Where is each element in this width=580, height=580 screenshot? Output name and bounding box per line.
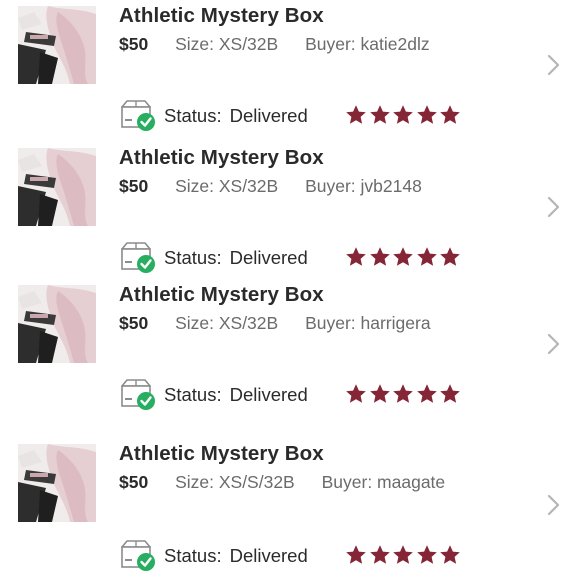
product-thumbnail[interactable] xyxy=(18,444,96,522)
order-item[interactable]: Athletic Mystery Box $50 Size: XS/32B Bu… xyxy=(0,0,580,140)
status-text: Status: Delivered xyxy=(164,105,308,127)
star-icon xyxy=(393,247,413,266)
star-icon xyxy=(416,247,437,266)
order-price: $50 xyxy=(119,472,149,492)
order-size: Size: XS/32B xyxy=(175,176,279,196)
chevron-right-icon[interactable] xyxy=(543,52,563,78)
star-icon xyxy=(416,105,437,124)
star-icon xyxy=(369,105,390,124)
star-icon xyxy=(369,384,390,403)
status-row: Status: Delivered xyxy=(119,377,479,411)
order-price: $50 xyxy=(119,176,149,196)
star-icon xyxy=(393,384,413,403)
star-icon xyxy=(393,105,413,124)
sold-orders-list: Athletic Mystery Box $50 Size: XS/32B Bu… xyxy=(0,0,580,580)
rating-stars xyxy=(345,246,461,268)
star-icon xyxy=(346,105,366,124)
order-meta: $50 Size: XS/32B Buyer: jvb2148 xyxy=(119,176,422,197)
star-icon xyxy=(346,545,366,564)
star-icon xyxy=(393,545,413,564)
package-delivered-icon xyxy=(119,98,157,132)
status-row: Status: Delivered xyxy=(119,98,479,132)
status-text: Status: Delivered xyxy=(164,545,308,567)
package-delivered-icon xyxy=(119,377,157,411)
order-meta: $50 Size: XS/32B Buyer: katie2dlz xyxy=(119,34,430,55)
status-label: Status: xyxy=(164,384,222,405)
order-title: Athletic Mystery Box xyxy=(119,4,324,27)
order-title: Athletic Mystery Box xyxy=(119,442,324,465)
chevron-right-icon[interactable] xyxy=(543,492,563,518)
order-price: $50 xyxy=(119,34,149,54)
status-value: Delivered xyxy=(229,105,308,126)
status-label: Status: xyxy=(164,545,222,566)
rating-stars xyxy=(345,104,461,126)
product-thumbnail[interactable] xyxy=(18,285,96,363)
package-delivered-icon xyxy=(119,538,157,572)
package-delivered-icon xyxy=(119,240,157,274)
star-icon xyxy=(369,247,390,266)
star-icon xyxy=(346,247,366,266)
order-item[interactable]: Athletic Mystery Box $50 Size: XS/S/32B … xyxy=(0,438,580,578)
status-text: Status: Delivered xyxy=(164,247,308,269)
order-title: Athletic Mystery Box xyxy=(119,146,324,169)
status-label: Status: xyxy=(164,247,222,268)
star-icon xyxy=(369,545,390,564)
status-row: Status: Delivered xyxy=(119,240,479,274)
star-icon xyxy=(416,384,437,403)
order-item[interactable]: Athletic Mystery Box $50 Size: XS/32B Bu… xyxy=(0,279,580,419)
rating-stars xyxy=(345,544,461,566)
order-size: Size: XS/32B xyxy=(175,313,279,333)
chevron-right-icon[interactable] xyxy=(543,194,563,220)
star-icon xyxy=(440,384,460,403)
order-item[interactable]: Athletic Mystery Box $50 Size: XS/32B Bu… xyxy=(0,142,580,282)
order-buyer[interactable]: Buyer: jvb2148 xyxy=(305,176,422,196)
status-value: Delivered xyxy=(229,247,308,268)
order-meta: $50 Size: XS/S/32B Buyer: maagate xyxy=(119,472,445,493)
order-buyer[interactable]: Buyer: maagate xyxy=(322,472,446,492)
star-icon xyxy=(440,545,460,564)
status-row: Status: Delivered xyxy=(119,538,479,572)
star-icon xyxy=(346,384,366,403)
status-value: Delivered xyxy=(229,384,308,405)
order-price: $50 xyxy=(119,313,149,333)
status-label: Status: xyxy=(164,105,222,126)
order-size: Size: XS/32B xyxy=(175,34,279,54)
star-icon xyxy=(416,545,437,564)
order-buyer[interactable]: Buyer: harrigera xyxy=(305,313,430,333)
order-title: Athletic Mystery Box xyxy=(119,283,324,306)
order-meta: $50 Size: XS/32B Buyer: harrigera xyxy=(119,313,431,334)
product-thumbnail[interactable] xyxy=(18,6,96,84)
order-size: Size: XS/S/32B xyxy=(175,472,295,492)
chevron-right-icon[interactable] xyxy=(543,331,563,357)
status-text: Status: Delivered xyxy=(164,384,308,406)
product-thumbnail[interactable] xyxy=(18,148,96,226)
order-buyer[interactable]: Buyer: katie2dlz xyxy=(305,34,430,54)
status-value: Delivered xyxy=(229,545,308,566)
rating-stars xyxy=(345,383,461,405)
star-icon xyxy=(440,105,460,124)
star-icon xyxy=(440,247,460,266)
